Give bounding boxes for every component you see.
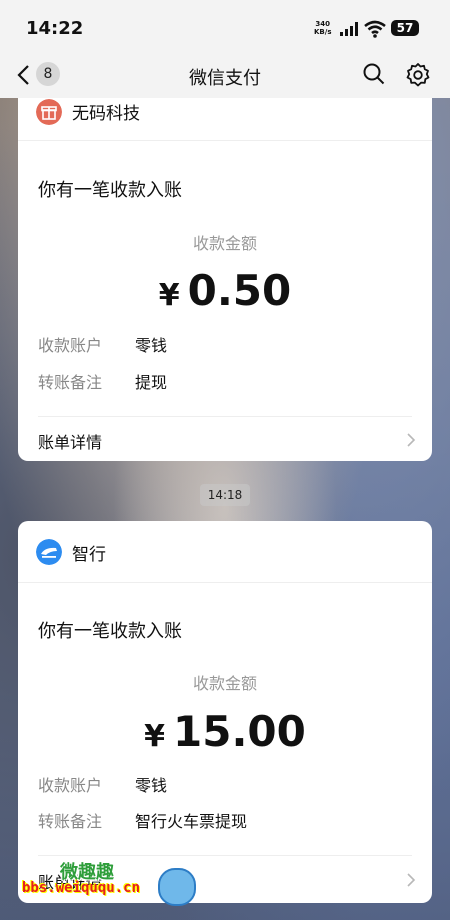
amount-label: 收款金额: [192, 234, 257, 253]
train-icon: [36, 539, 62, 565]
network-speed: 340 KB/s: [314, 20, 332, 36]
amount-number: 15.00: [173, 707, 306, 756]
amount-value: ¥0.50: [18, 266, 432, 315]
watermark: 微趣趣 bbs.weiququ.cn: [0, 856, 200, 916]
remark-value: 提现: [135, 373, 168, 392]
gift-icon: [36, 99, 62, 125]
account-value: 零钱: [135, 336, 168, 355]
mascot-icon: [158, 868, 196, 906]
signal-icon: [340, 22, 358, 36]
chat-timestamp: 14:18: [200, 484, 250, 506]
clock: 14:22: [26, 18, 84, 39]
search-icon[interactable]: [362, 62, 386, 86]
payment-notification-card: 无码科技 你有一笔收款入账 收款金额 ¥0.50 收款账户 零钱 转账备注 提现…: [18, 82, 432, 461]
chevron-right-icon[interactable]: [406, 432, 416, 448]
gear-icon[interactable]: [405, 62, 431, 88]
status-bar: 14:22 340 KB/s 57: [0, 0, 450, 54]
merchant-name: 智行: [72, 545, 106, 565]
account-label: 收款账户: [38, 776, 103, 795]
battery-icon: 57: [391, 20, 419, 36]
remark-label: 转账备注: [38, 812, 103, 831]
wifi-icon: [364, 20, 386, 38]
card-header[interactable]: 智行: [18, 521, 432, 583]
nav-bar: 8 微信支付: [0, 54, 450, 98]
payment-notification-card: 智行 你有一笔收款入账 收款金额 ¥15.00 收款账户 零钱 转账备注 智行火…: [18, 521, 432, 903]
currency-symbol: ¥: [158, 278, 180, 313]
watermark-url: bbs.weiququ.cn: [22, 880, 141, 896]
card-title: 你有一笔收款入账: [38, 180, 182, 201]
amount-value: ¥15.00: [18, 707, 432, 756]
bill-details-link[interactable]: 账单详情: [38, 429, 102, 453]
divider: [38, 416, 412, 417]
card-title: 你有一笔收款入账: [38, 621, 182, 642]
remark-label: 转账备注: [38, 373, 103, 392]
remark-value: 智行火车票提现: [135, 812, 248, 831]
account-value: 零钱: [135, 776, 168, 795]
account-label: 收款账户: [38, 336, 103, 355]
merchant-name: 无码科技: [72, 104, 140, 124]
amount-number: 0.50: [187, 266, 292, 315]
currency-symbol: ¥: [144, 719, 165, 754]
amount-label: 收款金额: [192, 674, 257, 693]
chevron-right-icon[interactable]: [406, 872, 416, 888]
